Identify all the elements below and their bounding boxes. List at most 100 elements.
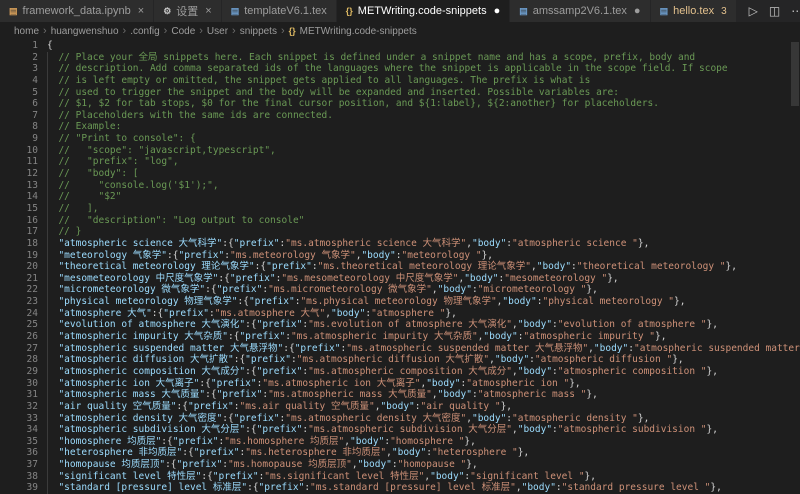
modified-dot-icon[interactable]: ● bbox=[494, 5, 501, 17]
tab-amssamp2v6-1-tex[interactable]: ▤amssamp2V6.1.tex● bbox=[510, 0, 650, 22]
code-line-28[interactable]: 28 "atmospheric diffusion 大气扩散":{"prefix… bbox=[0, 354, 800, 366]
code-line-16[interactable]: 16 // "description": "Log output to cons… bbox=[0, 215, 800, 227]
line-number[interactable]: 19 bbox=[0, 250, 38, 262]
line-number[interactable]: 17 bbox=[0, 226, 38, 238]
code-line-33[interactable]: 33 "atmospheric density 大气密度":{"prefix":… bbox=[0, 413, 800, 425]
line-number[interactable]: 3 bbox=[0, 63, 38, 75]
tab-framework-data-ipynb[interactable]: ▤framework_data.ipynb× bbox=[0, 0, 154, 22]
line-number[interactable]: 33 bbox=[0, 413, 38, 425]
code-line-29[interactable]: 29 "atmospheric composition 大气成分":{"pref… bbox=[0, 366, 800, 378]
modified-dot-icon[interactable]: ● bbox=[634, 5, 641, 17]
line-number[interactable]: 27 bbox=[0, 343, 38, 355]
line-number[interactable]: 29 bbox=[0, 366, 38, 378]
line-number[interactable]: 22 bbox=[0, 284, 38, 296]
tab-hello-tex[interactable]: ▤hello.tex3 bbox=[651, 0, 737, 22]
code-line-27[interactable]: 27 "atmospheric suspended matter 大气悬浮物":… bbox=[0, 343, 800, 355]
code-line-10[interactable]: 10 // "scope": "javascript,typescript", bbox=[0, 145, 800, 157]
code-line-15[interactable]: 15 // ], bbox=[0, 203, 800, 215]
scrollbar-thumb[interactable] bbox=[791, 42, 799, 106]
code-line-12[interactable]: 12 // "body": [ bbox=[0, 168, 800, 180]
line-number[interactable]: 16 bbox=[0, 215, 38, 227]
line-number[interactable]: 39 bbox=[0, 482, 38, 494]
line-number[interactable]: 23 bbox=[0, 296, 38, 308]
vertical-scrollbar[interactable] bbox=[790, 40, 800, 494]
code-line-1[interactable]: 1{ bbox=[0, 40, 800, 52]
code-line-30[interactable]: 30 "atmospheric ion 大气离子":{"prefix":"ms.… bbox=[0, 378, 800, 390]
tab-设置[interactable]: ⚙设置× bbox=[154, 0, 222, 22]
line-number[interactable]: 26 bbox=[0, 331, 38, 343]
code-line-2[interactable]: 2 // Place your 全局 snippets here. Each s… bbox=[0, 52, 800, 64]
line-number[interactable]: 30 bbox=[0, 378, 38, 390]
code-line-17[interactable]: 17 // } bbox=[0, 226, 800, 238]
close-icon[interactable]: × bbox=[205, 5, 211, 17]
breadcrumb-item[interactable]: snippets bbox=[240, 26, 277, 37]
line-number[interactable]: 7 bbox=[0, 110, 38, 122]
line-number[interactable]: 8 bbox=[0, 121, 38, 133]
code-line-35[interactable]: 35 "homosphere 均质层":{"prefix":"ms.homosp… bbox=[0, 436, 800, 448]
breadcrumb-file[interactable]: METWriting.code-snippets bbox=[300, 26, 417, 37]
code-line-21[interactable]: 21 "mesometeorology 中尺度气象学":{"prefix":"m… bbox=[0, 273, 800, 285]
breadcrumb-item[interactable]: User bbox=[207, 26, 228, 37]
line-number[interactable]: 35 bbox=[0, 436, 38, 448]
line-number[interactable]: 11 bbox=[0, 156, 38, 168]
code-line-5[interactable]: 5 // used to trigger the snippet and the… bbox=[0, 87, 800, 99]
code-line-18[interactable]: 18 "atmospheric science 大气科学":{"prefix":… bbox=[0, 238, 800, 250]
code-line-34[interactable]: 34 "atmospheric subdivision 大气分层":{"pref… bbox=[0, 424, 800, 436]
line-number[interactable]: 18 bbox=[0, 238, 38, 250]
code-line-8[interactable]: 8 // Example: bbox=[0, 121, 800, 133]
line-number[interactable]: 4 bbox=[0, 75, 38, 87]
line-number[interactable]: 15 bbox=[0, 203, 38, 215]
code-line-9[interactable]: 9 // "Print to console": { bbox=[0, 133, 800, 145]
line-number[interactable]: 31 bbox=[0, 389, 38, 401]
code-line-32[interactable]: 32 "air quality 空气质量":{"prefix":"ms.air … bbox=[0, 401, 800, 413]
line-number[interactable]: 38 bbox=[0, 471, 38, 483]
code-line-38[interactable]: 38 "significant level 特性层":{"prefix":"ms… bbox=[0, 471, 800, 483]
breadcrumb-item[interactable]: home bbox=[14, 26, 39, 37]
editor[interactable]: 1{2 // Place your 全局 snippets here. Each… bbox=[0, 40, 800, 494]
line-number[interactable]: 36 bbox=[0, 447, 38, 459]
code-line-6[interactable]: 6 // $1, $2 for tab stops, $0 for the fi… bbox=[0, 98, 800, 110]
breadcrumb-item[interactable]: Code bbox=[171, 26, 195, 37]
code-line-36[interactable]: 36 "heterosphere 非均质层":{"prefix":"ms.het… bbox=[0, 447, 800, 459]
code-line-22[interactable]: 22 "micrometeorology 微气象学":{"prefix":"ms… bbox=[0, 284, 800, 296]
tab-templatev6-1-tex[interactable]: ▤templateV6.1.tex bbox=[222, 0, 337, 22]
line-number[interactable]: 24 bbox=[0, 308, 38, 320]
code-line-24[interactable]: 24 "atmosphere 大气":{"prefix":"ms.atmosph… bbox=[0, 308, 800, 320]
badge[interactable]: 3 bbox=[721, 6, 727, 17]
code-line-7[interactable]: 7 // Placeholders with the same ids are … bbox=[0, 110, 800, 122]
line-number[interactable]: 10 bbox=[0, 145, 38, 157]
line-number[interactable]: 1 bbox=[0, 40, 38, 52]
code-line-19[interactable]: 19 "meteorology 气象学":{"prefix":"ms.meteo… bbox=[0, 250, 800, 262]
code-line-39[interactable]: 39 "standard [pressure] level 标准层":{"pre… bbox=[0, 482, 800, 494]
line-number[interactable]: 32 bbox=[0, 401, 38, 413]
split-editor-button-icon[interactable]: ◫ bbox=[769, 5, 780, 17]
line-number[interactable]: 25 bbox=[0, 319, 38, 331]
run-button-icon[interactable]: ▷ bbox=[749, 5, 758, 17]
code-line-23[interactable]: 23 "physical meteorology 物理气象学":{"prefix… bbox=[0, 296, 800, 308]
more-actions-button-icon[interactable]: ⋯ bbox=[791, 5, 800, 17]
code-line-20[interactable]: 20 "theoretical meteorology 理论气象学":{"pre… bbox=[0, 261, 800, 273]
tab-metwriting-code-snippets[interactable]: {}METWriting.code-snippets● bbox=[337, 0, 510, 22]
code-line-3[interactable]: 3 // description. Add comma separated id… bbox=[0, 63, 800, 75]
code-line-25[interactable]: 25 "evolution of atmosphere 大气演化":{"pref… bbox=[0, 319, 800, 331]
line-number[interactable]: 12 bbox=[0, 168, 38, 180]
line-number[interactable]: 14 bbox=[0, 191, 38, 203]
breadcrumb-item[interactable]: .config bbox=[130, 26, 159, 37]
line-number[interactable]: 21 bbox=[0, 273, 38, 285]
line-number[interactable]: 6 bbox=[0, 98, 38, 110]
line-number[interactable]: 13 bbox=[0, 180, 38, 192]
code-line-26[interactable]: 26 "atmospheric impurity 大气杂质":{"prefix"… bbox=[0, 331, 800, 343]
code-line-4[interactable]: 4 // is left empty or omitted, the snipp… bbox=[0, 75, 800, 87]
line-number[interactable]: 5 bbox=[0, 87, 38, 99]
code-line-14[interactable]: 14 // "$2" bbox=[0, 191, 800, 203]
close-icon[interactable]: × bbox=[138, 5, 144, 17]
breadcrumb-item[interactable]: huangwenshuo bbox=[51, 26, 119, 37]
code-line-31[interactable]: 31 "atmospheric mass 大气质量":{"prefix":"ms… bbox=[0, 389, 800, 401]
line-number[interactable]: 2 bbox=[0, 52, 38, 64]
line-number[interactable]: 20 bbox=[0, 261, 38, 273]
line-number[interactable]: 28 bbox=[0, 354, 38, 366]
code-line-11[interactable]: 11 // "prefix": "log", bbox=[0, 156, 800, 168]
line-number[interactable]: 9 bbox=[0, 133, 38, 145]
code-line-13[interactable]: 13 // "console.log('$1');", bbox=[0, 180, 800, 192]
line-number[interactable]: 34 bbox=[0, 424, 38, 436]
